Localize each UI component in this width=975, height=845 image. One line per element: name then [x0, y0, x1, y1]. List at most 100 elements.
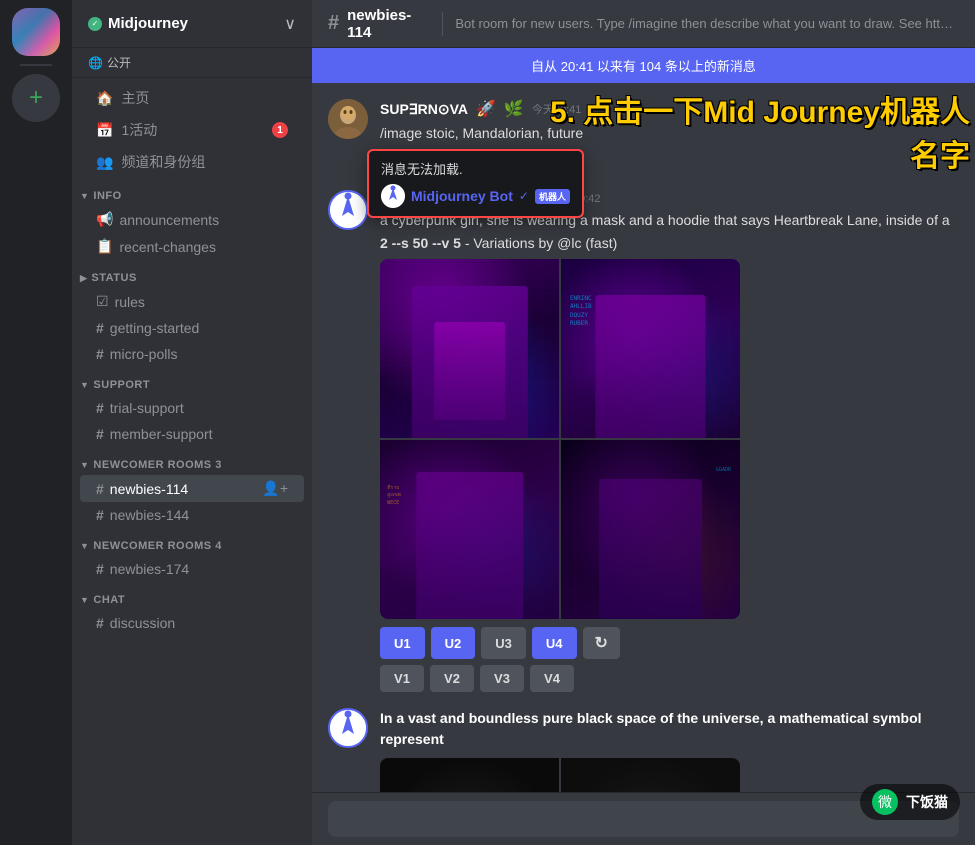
message-content-midjourney: Midjourney Bot ✓ 机器人 今天20:42 a cyberpunk…: [380, 190, 950, 692]
server-online-indicator: ✓: [88, 17, 102, 31]
rules-icon: ☑: [96, 293, 109, 310]
tooltip-bot-badge: 机器人: [535, 189, 570, 204]
activity-badge: 1: [272, 122, 288, 138]
hash-icon-header: #: [328, 12, 339, 35]
new-messages-bar[interactable]: 自从 20:41 以来有 104 条以上的新消息: [312, 48, 975, 83]
section-header-newcomer3[interactable]: ▼ NEWCOMER ROOMS 3: [72, 447, 312, 475]
home-icon: 🏠: [96, 90, 113, 107]
section-header-chat[interactable]: ▼ CHAT: [72, 582, 312, 610]
channel-header-description: Bot room for new users. Type /imagine th…: [455, 16, 959, 31]
sidebar-item-newbies-144[interactable]: # newbies-144: [80, 502, 304, 528]
hash-icon-ms: #: [96, 426, 104, 442]
sidebar-item-newbies-114[interactable]: # newbies-114 👤+: [80, 475, 304, 502]
message-midjourney-2: In a vast and boundless pure black space…: [328, 708, 959, 792]
sidebar-item-trial-support[interactable]: # trial-support: [80, 395, 304, 421]
changes-icon: 📋: [96, 238, 113, 255]
sidebar-item-activity[interactable]: 📅 1活动 1: [80, 114, 304, 146]
chevron-chat-icon: ▼: [80, 595, 89, 605]
image-cell-tr: ENRINCAHLLIBDQUZYRUBER: [561, 259, 740, 438]
chevron-nr4-icon: ▼: [80, 541, 89, 551]
message-content-midjourney-2: In a vast and boundless pure black space…: [380, 708, 959, 792]
server-header[interactable]: ✓ Midjourney ∨: [72, 0, 312, 48]
refresh-button[interactable]: ↻: [583, 627, 620, 659]
sidebar-item-channels[interactable]: 👥 频道和身份组: [80, 146, 304, 178]
hash-icon-nb114: #: [96, 481, 104, 497]
message-supernova: SUP∃RN⊙VA 🚀 🌿 今天20:41 /image stoic, Mand…: [328, 99, 959, 144]
v1-button[interactable]: V1: [380, 665, 424, 692]
avatar-supernova: [328, 99, 368, 139]
tooltip-check-icon: ✓: [519, 189, 529, 203]
timestamp-supernova: 今天20:41: [532, 101, 582, 117]
server-icon-add[interactable]: +: [12, 74, 60, 122]
u3-button[interactable]: U3: [481, 627, 526, 659]
server-divider: [20, 64, 52, 66]
sidebar-item-rules[interactable]: ☑ rules: [80, 288, 304, 315]
messages-area: SUP∃RN⊙VA 🚀 🌿 今天20:41 /image stoic, Mand…: [312, 83, 975, 792]
channel-header-name: newbies-114: [347, 7, 430, 41]
v3-button[interactable]: V3: [480, 665, 524, 692]
section-header-status[interactable]: ▶ status: [72, 260, 312, 288]
u1-button[interactable]: U1: [380, 627, 425, 659]
server-name: Midjourney: [108, 15, 188, 32]
sidebar-item-home[interactable]: 🏠 主页: [80, 82, 304, 114]
wechat-watermark: 微 下饭猫: [860, 784, 960, 820]
hash-icon-mp: #: [96, 346, 104, 362]
channels-icon: 👥: [96, 154, 113, 171]
tooltip-bot-row[interactable]: Midjourney Bot ✓ 机器人: [381, 184, 570, 208]
wechat-label: 下饭猫: [906, 792, 948, 812]
hash-icon-gs: #: [96, 320, 104, 336]
main-content: # newbies-114 Bot room for new users. Ty…: [312, 0, 975, 845]
wechat-icon: 微: [872, 789, 898, 815]
sidebar-item-announcements[interactable]: 📢 announcements: [80, 206, 304, 233]
sidebar-item-discussion[interactable]: # discussion: [80, 610, 304, 636]
sidebar-item-newbies-174[interactable]: # newbies-174: [80, 556, 304, 582]
leaf-emoji: 🌿: [504, 99, 524, 119]
bw-cell-tl: ∞: [380, 758, 559, 792]
rocket-emoji: 🚀: [476, 99, 496, 119]
section-header-newcomer4[interactable]: ▼ NEWCOMER ROOMS 4: [72, 528, 312, 556]
tooltip-bot-avatar: [381, 184, 405, 208]
image-grid-bw: ∞ ∞: [380, 758, 740, 792]
sidebar-item-recent-changes[interactable]: 📋 recent-changes: [80, 233, 304, 260]
channel-sidebar: ✓ Midjourney ∨ 🌐 公开 🏠 主页 📅 1活动 1 👥 频道和身份…: [72, 0, 312, 845]
bw-cell-tr: ∞: [561, 758, 740, 792]
avatar-midjourney: [328, 190, 368, 230]
author-supernova: SUP∃RN⊙VA: [380, 101, 468, 118]
message-text-3: In a vast and boundless pure black space…: [380, 708, 959, 750]
v2-button[interactable]: V2: [430, 665, 474, 692]
globe-icon: 🌐: [88, 56, 103, 70]
u4-button[interactable]: U4: [532, 627, 577, 659]
v4-button[interactable]: V4: [530, 665, 574, 692]
header-divider: [442, 12, 443, 36]
chevron-status-icon: ▶: [80, 273, 87, 284]
hash-icon-ts: #: [96, 400, 104, 416]
hash-icon-nb144: #: [96, 507, 104, 523]
hash-icon-nb174: #: [96, 561, 104, 577]
activity-icon: 📅: [96, 122, 113, 139]
message-text-supernova: /image stoic, Mandalorian, future: [380, 123, 583, 144]
image-cell-tl: [380, 259, 559, 438]
sidebar-item-member-support[interactable]: # member-support: [80, 421, 304, 447]
megaphone-icon: 📢: [96, 211, 113, 228]
channel-header: # newbies-114 Bot room for new users. Ty…: [312, 0, 975, 48]
tooltip-bot-name: Midjourney Bot: [411, 188, 513, 204]
image-cell-br: GGADR: [561, 440, 740, 619]
hash-icon-disc: #: [96, 615, 104, 631]
message-text2: 2 --s 50 --v 5 - Variations by @lc (fast…: [380, 235, 950, 251]
section-header-info[interactable]: ▼ INFO: [72, 178, 312, 206]
image-cell-bl: ที่ราบสูงเขตWECE: [380, 440, 559, 619]
sidebar-item-micro-polls[interactable]: # micro-polls: [80, 341, 304, 367]
action-buttons-v: V1 V2 V3 V4: [380, 665, 950, 692]
avatar-midjourney-2: [328, 708, 368, 748]
message-content-supernova: SUP∃RN⊙VA 🚀 🌿 今天20:41 /image stoic, Mand…: [380, 99, 583, 144]
server-icon-midjourney[interactable]: [12, 8, 60, 56]
tooltip-error: 消息无法加载.: [381, 159, 570, 178]
public-badge: 🌐 公开: [72, 48, 312, 78]
chevron-support-icon: ▼: [80, 380, 89, 390]
chevron-nr3-icon: ▼: [80, 460, 89, 470]
dropdown-icon: ∨: [284, 14, 296, 34]
section-header-support[interactable]: ▼ SUPPORT: [72, 367, 312, 395]
sidebar-item-getting-started[interactable]: # getting-started: [80, 315, 304, 341]
u2-button[interactable]: U2: [431, 627, 476, 659]
channel-list: 🏠 主页 📅 1活动 1 👥 频道和身份组 ▼ INFO 📢 announcem…: [72, 78, 312, 845]
